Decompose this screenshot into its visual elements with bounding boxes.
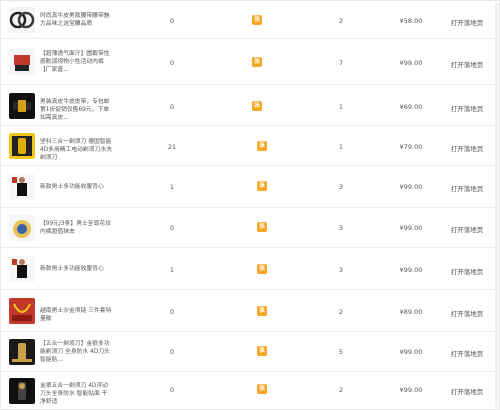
badge-icon: 张	[257, 306, 267, 316]
scrollbar-track[interactable]	[495, 3, 498, 407]
table-row: 新款男士多功能收腹背心 1 张 3 ¥99.00 打开落地页	[1, 166, 500, 208]
underwear-product-image	[9, 49, 35, 75]
badge-icon: 张	[257, 346, 267, 356]
price-cell: ¥79.00	[399, 143, 423, 151]
table-row: 越南男士沙金项链 三件套特量散 0 张 2 ¥89.00 打开落地页	[1, 290, 500, 332]
product-title: 时尚真牛皮男款腰带腰带魅力品味之选宝腰品质	[40, 13, 110, 28]
necklace-product-image	[9, 298, 35, 324]
open-landing-page-button[interactable]: 打开落地页	[447, 266, 487, 276]
badge-icon: 张	[257, 181, 267, 191]
count-cell: 0	[169, 59, 175, 67]
shaver-black-product-image	[9, 378, 35, 404]
count-cell: 0	[169, 386, 175, 394]
count-cell: 0	[169, 224, 175, 232]
table-row: 【超薄透气面汗】圆截带性感靴孤视物小性活动内裤 【厂家直... 0 张 7 ¥9…	[1, 39, 500, 85]
count-cell: 0	[169, 103, 175, 111]
count-cell: 0	[169, 308, 175, 316]
count-cell: 1	[169, 183, 175, 191]
badge-icon: 张	[257, 384, 267, 394]
product-table: 时尚真牛皮男款腰带腰带魅力品味之选宝腰品质 0 张 2 ¥58.00 打开落地页…	[0, 0, 500, 410]
badge-icon: 张	[257, 264, 267, 274]
vest-product-image	[9, 256, 35, 282]
count-cell: 2	[338, 308, 344, 316]
product-title: 【超薄透气面汗】圆截带性感靴孤视物小性活动内裤 【厂家直...	[40, 51, 110, 74]
count-cell: 1	[338, 143, 344, 151]
price-cell: ¥99.00	[399, 348, 423, 356]
count-cell: 1	[338, 103, 344, 111]
badge-icon: 张	[257, 141, 267, 151]
price-cell: ¥99.00	[399, 183, 423, 191]
price-cell: ¥58.00	[399, 17, 423, 25]
product-title: 越南男士沙金项链 三件套特量散	[40, 308, 112, 323]
table-row: 男装真皮牛皮皮带，专包邮第1折促销仅售69元，下单如需真皮... 0 张 1 ¥…	[1, 85, 500, 126]
count-cell: 5	[338, 348, 344, 356]
table-row: 坚科三合一剃须刀 德国智能4D多用精工电动剃须刀水洗剃须刀 21 张 1 ¥79…	[1, 126, 500, 166]
open-landing-page-button[interactable]: 打开落地页	[447, 386, 487, 396]
belt-product-image	[9, 7, 35, 33]
price-cell: ¥99.00	[399, 224, 423, 232]
open-landing-page-button[interactable]: 打开落地页	[447, 59, 487, 69]
open-landing-page-button[interactable]: 打开落地页	[447, 308, 487, 318]
product-title: 【99元/3条】男士至尊花纹内裤超值抹去	[40, 221, 111, 236]
count-cell: 3	[338, 183, 344, 191]
open-landing-page-button[interactable]: 打开落地页	[447, 143, 487, 153]
product-title: 金狼五合一剃须刀 4D浮动刀头全身防水 智能贴面 干净舒适	[40, 383, 108, 406]
price-cell: ¥99.00	[399, 386, 423, 394]
table-row: 时尚真牛皮男款腰带腰带魅力品味之选宝腰品质 0 张 2 ¥58.00 打开落地页	[1, 1, 500, 39]
count-cell: 7	[338, 59, 344, 67]
shaver-product-image	[9, 133, 35, 159]
open-landing-page-button[interactable]: 打开落地页	[447, 348, 487, 358]
table-row: 【99元/3条】男士至尊花纹内裤超值抹去 0 张 3 ¥99.00 打开落地页	[1, 208, 500, 248]
price-cell: ¥69.00	[399, 103, 423, 111]
count-cell: 1	[169, 266, 175, 274]
table-row: 【五合一剃须刀】金狼多功能剃须刀 全身防水 4D刀头 智能贴... 0 张 5 …	[1, 332, 500, 372]
count-cell: 3	[338, 266, 344, 274]
belt-buckle-product-image	[9, 93, 35, 119]
briefs-product-image	[9, 215, 35, 241]
open-landing-page-button[interactable]: 打开落地页	[447, 183, 487, 193]
product-title: 【五合一剃须刀】金狼多功能剃须刀 全身防水 4D刀头 智能贴...	[40, 341, 110, 364]
open-landing-page-button[interactable]: 打开落地页	[447, 17, 487, 27]
count-cell: 0	[169, 348, 175, 356]
count-cell: 2	[338, 386, 344, 394]
badge-icon: 张	[252, 15, 262, 25]
open-landing-page-button[interactable]: 打开落地页	[447, 103, 487, 113]
price-cell: ¥89.00	[399, 308, 423, 316]
product-title: 男装真皮牛皮皮带，专包邮第1折促销仅售69元，下单如需真皮...	[40, 99, 110, 122]
vest-product-image	[9, 174, 35, 200]
count-cell: 0	[169, 17, 175, 25]
badge-icon: 张	[257, 222, 267, 232]
product-title: 坚科三合一剃须刀 德国智能4D多用精工电动剃须刀水洗剃须刀	[40, 139, 112, 162]
badge-icon: 张	[252, 57, 262, 67]
product-title: 新款男士多功能收腹背心	[40, 266, 104, 272]
product-title: 新款男士多功能收腹背心	[40, 184, 104, 190]
count-cell: 21	[167, 143, 177, 151]
price-cell: ¥99.00	[399, 59, 423, 67]
table-row: 新款男士多功能收腹背心 1 张 3 ¥99.00 打开落地页	[1, 248, 500, 290]
badge-icon: 张	[252, 101, 262, 111]
count-cell: 2	[338, 17, 344, 25]
count-cell: 3	[338, 224, 344, 232]
price-cell: ¥99.00	[399, 266, 423, 274]
shaver-gold-product-image	[9, 339, 35, 365]
table-row: 金狼五合一剃须刀 4D浮动刀头全身防水 智能贴面 干净舒适 0 张 2 ¥99.…	[1, 372, 500, 410]
open-landing-page-button[interactable]: 打开落地页	[447, 224, 487, 234]
